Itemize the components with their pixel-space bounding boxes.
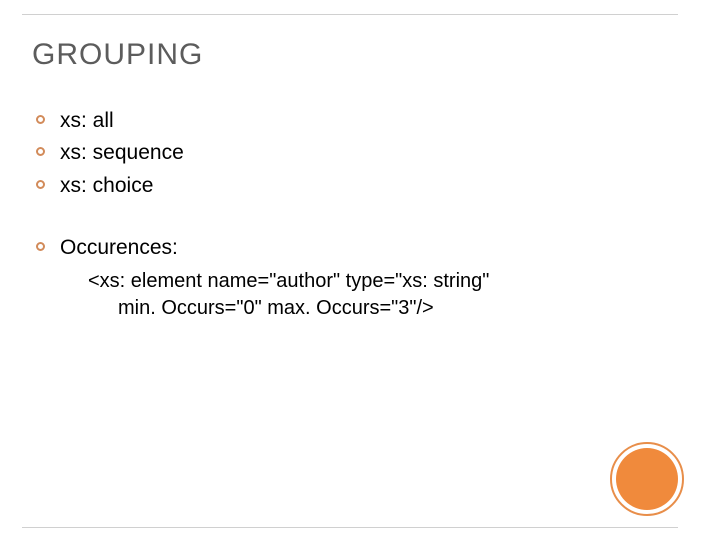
slide: GROUPING xs: all xs: sequence xs: choice…	[0, 0, 720, 540]
code-line: min. Occurs="0" max. Occurs="3"/>	[88, 295, 676, 322]
code-line: <xs: element name="author" type="xs: str…	[88, 268, 676, 295]
decorative-circle-inner	[616, 448, 678, 510]
bottom-divider	[22, 527, 678, 528]
list-item-label: xs: sequence	[60, 141, 184, 164]
list-item: xs: all	[32, 106, 676, 136]
bullet-icon	[36, 242, 45, 251]
bullet-icon	[36, 115, 45, 124]
bullet-list-1: xs: all xs: sequence xs: choice	[32, 106, 676, 201]
list-item: xs: sequence	[32, 138, 676, 168]
bullet-icon	[36, 147, 45, 156]
spacer	[32, 203, 676, 233]
list-item: Occurences:	[32, 233, 676, 263]
list-item-label: Occurences:	[60, 236, 178, 259]
bullet-icon	[36, 180, 45, 189]
list-item: xs: choice	[32, 171, 676, 201]
slide-title: GROUPING	[32, 38, 676, 72]
top-divider	[22, 14, 678, 15]
list-item-label: xs: all	[60, 109, 114, 132]
code-block: <xs: element name="author" type="xs: str…	[32, 268, 676, 322]
bullet-list-2: Occurences:	[32, 233, 676, 263]
list-item-label: xs: choice	[60, 174, 153, 197]
